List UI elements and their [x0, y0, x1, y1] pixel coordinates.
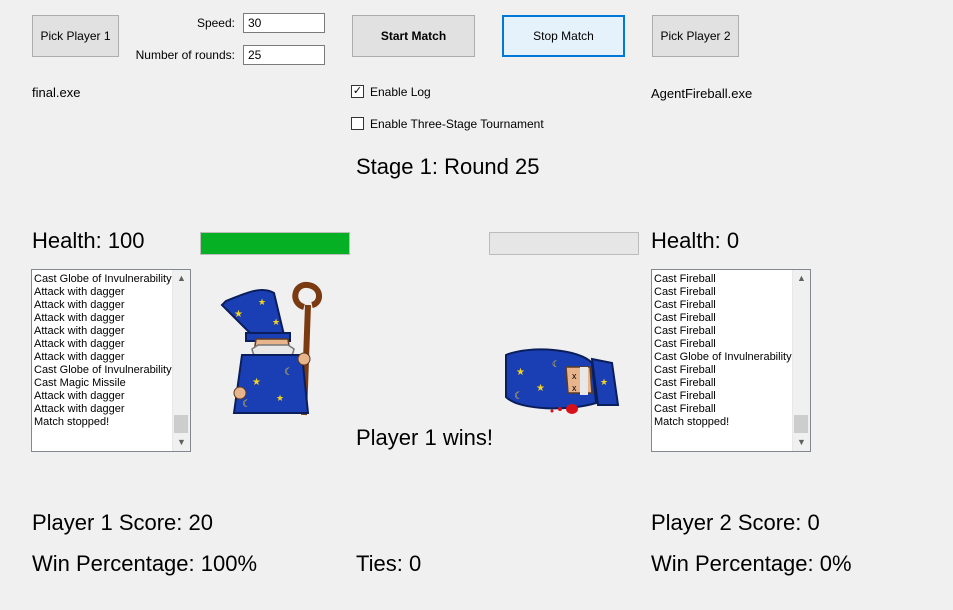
player2-health-label: Health: 0 — [651, 228, 740, 253]
player2-log-scrollbar[interactable]: ▲ ▼ — [792, 270, 810, 451]
svg-text:x: x — [572, 371, 577, 381]
pick-player2-button[interactable]: Pick Player 2 — [652, 15, 739, 57]
player1-file: final.exe — [32, 85, 81, 100]
log-line: Attack with dagger — [34, 390, 125, 402]
player2-score-label: Player 2 Score: 0 — [651, 510, 820, 535]
svg-text:★: ★ — [252, 377, 261, 388]
log-line: Match stopped! — [34, 416, 110, 428]
log-line: Attack with dagger — [34, 299, 125, 311]
scroll-up-arrow-icon[interactable]: ▲ — [793, 270, 810, 287]
player1-log-scrollbar[interactable]: ▲ ▼ — [172, 270, 190, 451]
log-line: Cast Globe of Invulnerability — [34, 273, 172, 285]
player2-defeated-wizard-icon: x x ★ ★ ☾ ☾ ★ — [505, 348, 620, 414]
ties-label: Ties: 0 — [356, 551, 422, 576]
rounds-label: Number of rounds: — [135, 48, 235, 62]
log-line: Cast Fireball — [654, 390, 716, 402]
log-line: Attack with dagger — [34, 312, 125, 324]
log-line: Cast Fireball — [654, 325, 716, 337]
svg-text:☾: ☾ — [552, 359, 560, 369]
player2-health-bar — [489, 232, 639, 255]
player1-wizard-icon: ★ ★ ★ ★ ★ ☾ ☾ — [220, 281, 322, 416]
log-line: Attack with dagger — [34, 325, 125, 337]
log-line: Cast Fireball — [654, 403, 716, 415]
log-line: Attack with dagger — [34, 351, 125, 363]
svg-text:★: ★ — [600, 377, 608, 387]
svg-text:☾: ☾ — [514, 391, 523, 402]
log-line: Cast Fireball — [654, 364, 716, 376]
rounds-input[interactable]: 25 — [243, 45, 325, 65]
svg-text:x: x — [572, 383, 577, 393]
log-line: Cast Fireball — [654, 338, 716, 350]
log-line: Cast Fireball — [654, 377, 716, 389]
log-line: Cast Fireball — [654, 273, 716, 285]
player1-health-label: Health: 100 — [32, 228, 145, 253]
svg-text:★: ★ — [272, 317, 280, 327]
scroll-up-arrow-icon[interactable]: ▲ — [173, 270, 190, 287]
player1-score-label: Player 1 Score: 20 — [32, 510, 213, 535]
player2-log-lines: Cast Fireball Cast Fireball Cast Fireball C… — [654, 273, 792, 429]
svg-text:★: ★ — [234, 309, 243, 320]
log-line: Attack with dagger — [34, 286, 125, 298]
pick-player1-button[interactable]: Pick Player 1 — [32, 15, 119, 57]
svg-text:★: ★ — [536, 383, 545, 394]
player1-win-percentage-label: Win Percentage: 100% — [32, 551, 258, 576]
log-line: Cast Globe of Invulnerability — [34, 364, 172, 376]
svg-text:☾: ☾ — [242, 399, 251, 410]
speed-label: Speed: — [196, 16, 235, 30]
scroll-thumb[interactable] — [794, 415, 808, 433]
player2-win-percentage-label: Win Percentage: 0% — [651, 551, 852, 576]
svg-text:★: ★ — [276, 393, 284, 403]
stop-match-button[interactable]: Stop Match — [502, 15, 625, 57]
log-line: Cast Fireball — [654, 299, 716, 311]
match-result-label: Player 1 wins! — [356, 425, 493, 450]
player2-log-list[interactable]: Cast Fireball Cast Fireball Cast Fireball C… — [651, 269, 811, 452]
svg-text:★: ★ — [258, 297, 266, 307]
log-line: Cast Magic Missile — [34, 377, 126, 389]
enable-log-label[interactable]: Enable Log — [370, 85, 431, 99]
start-match-button[interactable]: Start Match — [352, 15, 475, 57]
player1-log-list[interactable]: Cast Globe of Invulnerability Attack with… — [31, 269, 191, 452]
log-line: Match stopped! — [654, 416, 730, 428]
log-line: Attack with dagger — [34, 403, 125, 415]
log-line: Cast Fireball — [654, 312, 716, 324]
player1-health-bar — [200, 232, 350, 255]
svg-text:★: ★ — [516, 367, 525, 378]
stage-round-label: Stage 1: Round 25 — [356, 154, 540, 179]
log-line: Attack with dagger — [34, 338, 125, 350]
player1-log-lines: Cast Globe of Invulnerability Attack with… — [34, 273, 172, 429]
player1-health-fill — [201, 233, 349, 254]
three-stage-label[interactable]: Enable Three-Stage Tournament — [370, 117, 544, 131]
log-line: Cast Globe of Invulnerability — [654, 351, 792, 363]
svg-text:☾: ☾ — [284, 367, 293, 378]
scroll-down-arrow-icon[interactable]: ▼ — [793, 434, 810, 451]
scroll-thumb[interactable] — [174, 415, 188, 433]
player2-file: AgentFireball.exe — [651, 86, 753, 101]
three-stage-checkbox[interactable] — [351, 117, 364, 130]
scroll-down-arrow-icon[interactable]: ▼ — [173, 434, 190, 451]
speed-input[interactable]: 30 — [243, 13, 325, 33]
log-line: Cast Fireball — [654, 286, 716, 298]
enable-log-checkbox[interactable]: ✓ — [351, 85, 364, 98]
